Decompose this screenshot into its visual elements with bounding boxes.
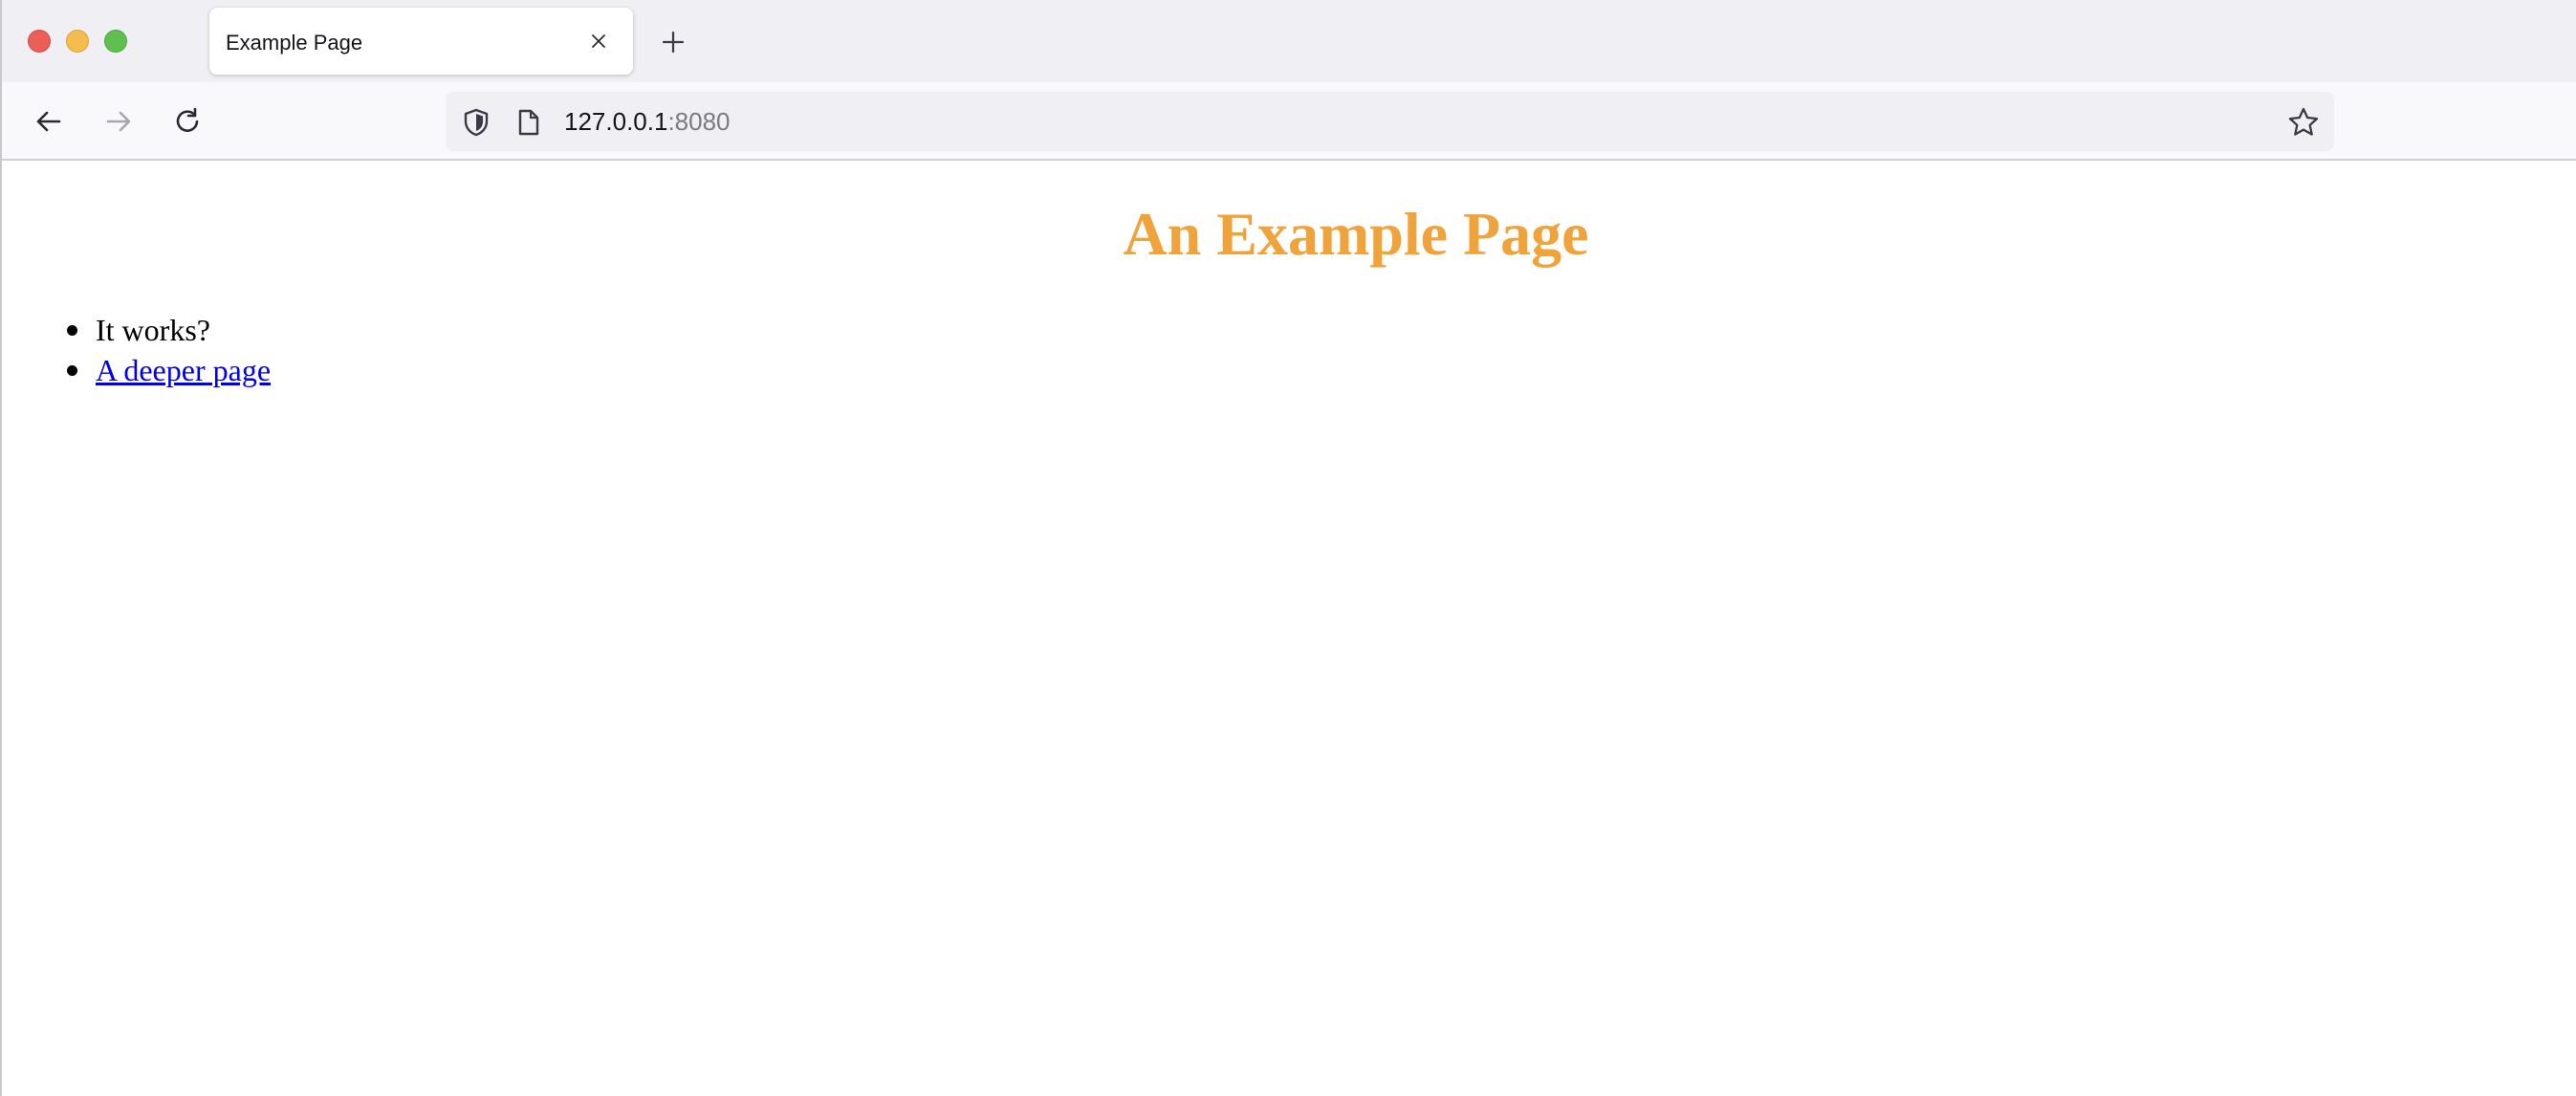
window-maximize-button[interactable] (104, 30, 127, 53)
list-item-text: It works? (96, 313, 210, 347)
page-content: An Example Page It works? A deeper page (2, 161, 2576, 1096)
url-bar[interactable]: 127.0.0.1:8080 (446, 92, 2334, 151)
url-host: 127.0.0.1 (564, 107, 668, 136)
close-icon[interactable] (584, 27, 613, 55)
browser-window: Example Page 127.0.0.1:8080 An Example P… (0, 0, 2576, 1096)
star-icon[interactable] (2287, 106, 2320, 139)
url-port: :8080 (667, 107, 731, 136)
plus-icon[interactable] (655, 24, 691, 60)
list-item: A deeper page (66, 350, 271, 390)
window-minimize-button[interactable] (66, 30, 89, 53)
tab-strip: Example Page (2, 0, 2576, 82)
page-list: It works? A deeper page (66, 310, 271, 390)
arrow-right-icon[interactable] (98, 101, 139, 142)
list-item: It works? (66, 310, 271, 350)
shield-icon[interactable] (463, 108, 490, 137)
window-close-button[interactable] (28, 30, 51, 53)
tab-title: Example Page (226, 31, 363, 55)
nav-bar: 127.0.0.1:8080 (2, 82, 2576, 161)
page-icon[interactable] (517, 108, 540, 137)
reload-icon[interactable] (167, 101, 207, 142)
page-title: An Example Page (1123, 200, 1589, 268)
arrow-left-icon[interactable] (29, 101, 69, 142)
url-text[interactable]: 127.0.0.1:8080 (564, 107, 731, 137)
deeper-page-link[interactable]: A deeper page (96, 353, 271, 387)
tab-example-page[interactable]: Example Page (209, 8, 633, 75)
